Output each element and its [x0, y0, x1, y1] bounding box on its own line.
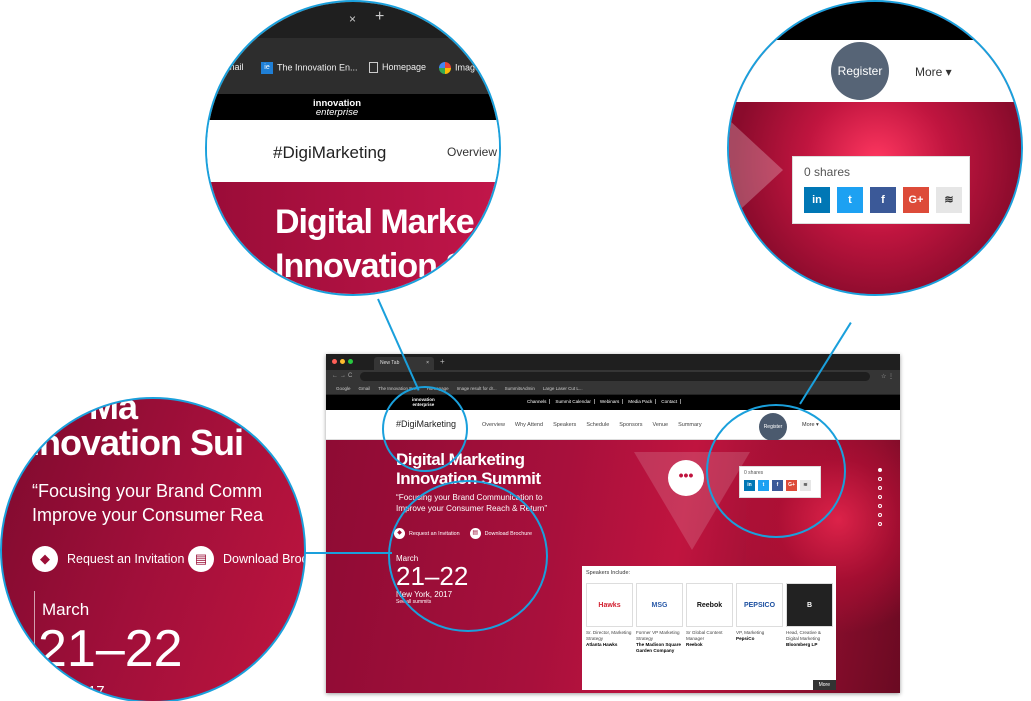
main-menu: Overview Why Attend Speakers Schedule Sp… [482, 422, 702, 428]
chat-bubble-icon: ••• [668, 460, 704, 496]
msg-logo: MSG [636, 583, 683, 627]
bookmark-image[interactable]: Image result for dr... [457, 386, 497, 391]
speakers-panel: Speakers Include: Hawks Sr. Director, Ma… [582, 566, 836, 690]
google-icon [439, 62, 451, 74]
close-window-icon[interactable] [332, 359, 337, 364]
bookmark-homepage[interactable]: Homepage [369, 62, 426, 74]
speaker-card[interactable]: MSG Former VP Marketing Strategy The Mad… [636, 583, 683, 654]
request-invitation-button[interactable]: ◆ Request an Invitation [32, 546, 184, 572]
zoom-black-bar [729, 2, 1021, 40]
event-days: 21–22 [38, 620, 183, 678]
zoom-hero-title: Digital Marke Innovation S [275, 203, 475, 285]
speaker-card[interactable]: Hawks Sr. Director, Marketing Strategy A… [586, 583, 633, 648]
bookmark-innovation[interactable]: ie The Innovation En... [261, 62, 358, 74]
link-summit-calendar[interactable]: Summit Calendar [552, 399, 595, 404]
bloomberg-logo: B [786, 583, 833, 627]
menu-speakers[interactable]: Speakers [553, 422, 576, 428]
menu-schedule[interactable]: Schedule [586, 422, 609, 428]
zoom-marker [388, 480, 548, 632]
more-speakers-button[interactable]: More [812, 680, 836, 690]
bookmark-summitsadmin[interactable]: SummitsAdmin [505, 386, 535, 391]
buffer-icon[interactable]: ≋ [936, 187, 962, 213]
googleplus-icon[interactable]: G+ [903, 187, 929, 213]
bookmark-gmail[interactable]: Gmail [359, 386, 371, 391]
reebok-logo: Reebok [686, 583, 733, 627]
more-menu[interactable]: More ▾ [915, 65, 952, 79]
ie-icon: ie [261, 62, 273, 74]
zoom-share: ary Register More ▾ 0 shares in t f G+ ≋ [727, 0, 1023, 296]
event-city: ork, 2017 [42, 683, 105, 700]
connector-line [300, 552, 392, 554]
link-media-pack[interactable]: Media Pack [625, 399, 657, 404]
site-logo[interactable]: innovation enterprise [313, 99, 361, 118]
zoom-header: × + mail ie The Innovation En... Homepage… [205, 0, 501, 296]
tag-icon: ◆ [32, 546, 58, 572]
zoom-hero-quote: “Focusing your Brand Comm Improve your Co… [32, 481, 264, 525]
nav-arrows-icon[interactable]: ←→C [332, 373, 354, 379]
new-tab-icon[interactable]: + [375, 8, 384, 26]
section-dots[interactable] [878, 468, 882, 526]
maximize-window-icon[interactable] [348, 359, 353, 364]
browser-tab-bar: New Tab × + [326, 354, 900, 370]
minimize-window-icon[interactable] [340, 359, 345, 364]
hawks-logo: Hawks [586, 583, 633, 627]
facebook-icon[interactable]: f [870, 187, 896, 213]
menu-summary[interactable]: ary [731, 65, 748, 79]
bookmark-laser[interactable]: Large Laser Cut L... [543, 386, 583, 391]
twitter-icon[interactable]: t [837, 187, 863, 213]
linkedin-icon[interactable]: in [804, 187, 830, 213]
event-month: March [42, 600, 90, 619]
link-channels[interactable]: Channels [524, 399, 551, 404]
window-controls[interactable] [332, 359, 353, 364]
menu-overview[interactable]: Overview [447, 145, 497, 159]
zoom-tab-strip: × + [207, 2, 499, 38]
zoom-marker [382, 386, 468, 472]
share-count: 0 shares [804, 165, 851, 179]
menu-venue[interactable]: Venue [653, 422, 669, 428]
close-tab-icon[interactable]: × [349, 12, 356, 26]
new-tab-button[interactable]: + [440, 357, 445, 366]
menu-why-attend[interactable]: Why Attend [515, 422, 543, 428]
share-buttons: in t f G+ ≋ [804, 187, 962, 213]
link-contact[interactable]: Contact [658, 399, 682, 404]
bookmark-gmail[interactable]: mail [227, 62, 244, 72]
extensions-icon[interactable]: ☆ ⋮ [881, 373, 894, 380]
speakers-heading: Speakers Include: [586, 570, 631, 576]
menu-overview[interactable]: Overview [482, 422, 505, 428]
menu-summary[interactable]: Summary [678, 422, 702, 428]
hero-triangle [729, 120, 783, 220]
close-tab-icon[interactable]: × [426, 360, 429, 366]
pepsico-logo: PEPSICO [736, 583, 783, 627]
download-brochure-button[interactable]: ▤ Download Broch [188, 546, 304, 572]
register-button[interactable]: Register [831, 42, 889, 100]
zoom-hero: ital Ma nnovation Sui “Focusing your Bra… [0, 397, 306, 701]
speaker-card[interactable]: B Head, Creative & Digital Marketing Blo… [786, 583, 833, 648]
top-links: Channels Summit Calendar Webinars Media … [524, 399, 682, 404]
bookmark-google[interactable]: Google [336, 386, 351, 391]
zoom-bookmarks: mail ie The Innovation En... Homepage Ima… [207, 38, 499, 94]
address-input[interactable] [360, 372, 870, 381]
bookmark-image[interactable]: Image [439, 62, 480, 74]
share-box: 0 shares in t f G+ ≋ [792, 156, 970, 224]
tab-title: New Tab [380, 360, 400, 366]
site-brand[interactable]: #DigiMarketing [273, 143, 386, 163]
link-webinars[interactable]: Webinars [597, 399, 624, 404]
speaker-card[interactable]: PEPSICO VP, Marketing PepsiCo [736, 583, 783, 642]
menu-sponsors[interactable]: Sponsors [619, 422, 642, 428]
book-icon: ▤ [188, 546, 214, 572]
zoom-marker [706, 404, 846, 538]
page-icon [369, 62, 378, 74]
zoom-hero-title: nnovation Sui [18, 422, 244, 463]
speaker-card[interactable]: Reebok Sr Global Content Manager Reebok [686, 583, 733, 648]
date-divider [34, 591, 35, 701]
